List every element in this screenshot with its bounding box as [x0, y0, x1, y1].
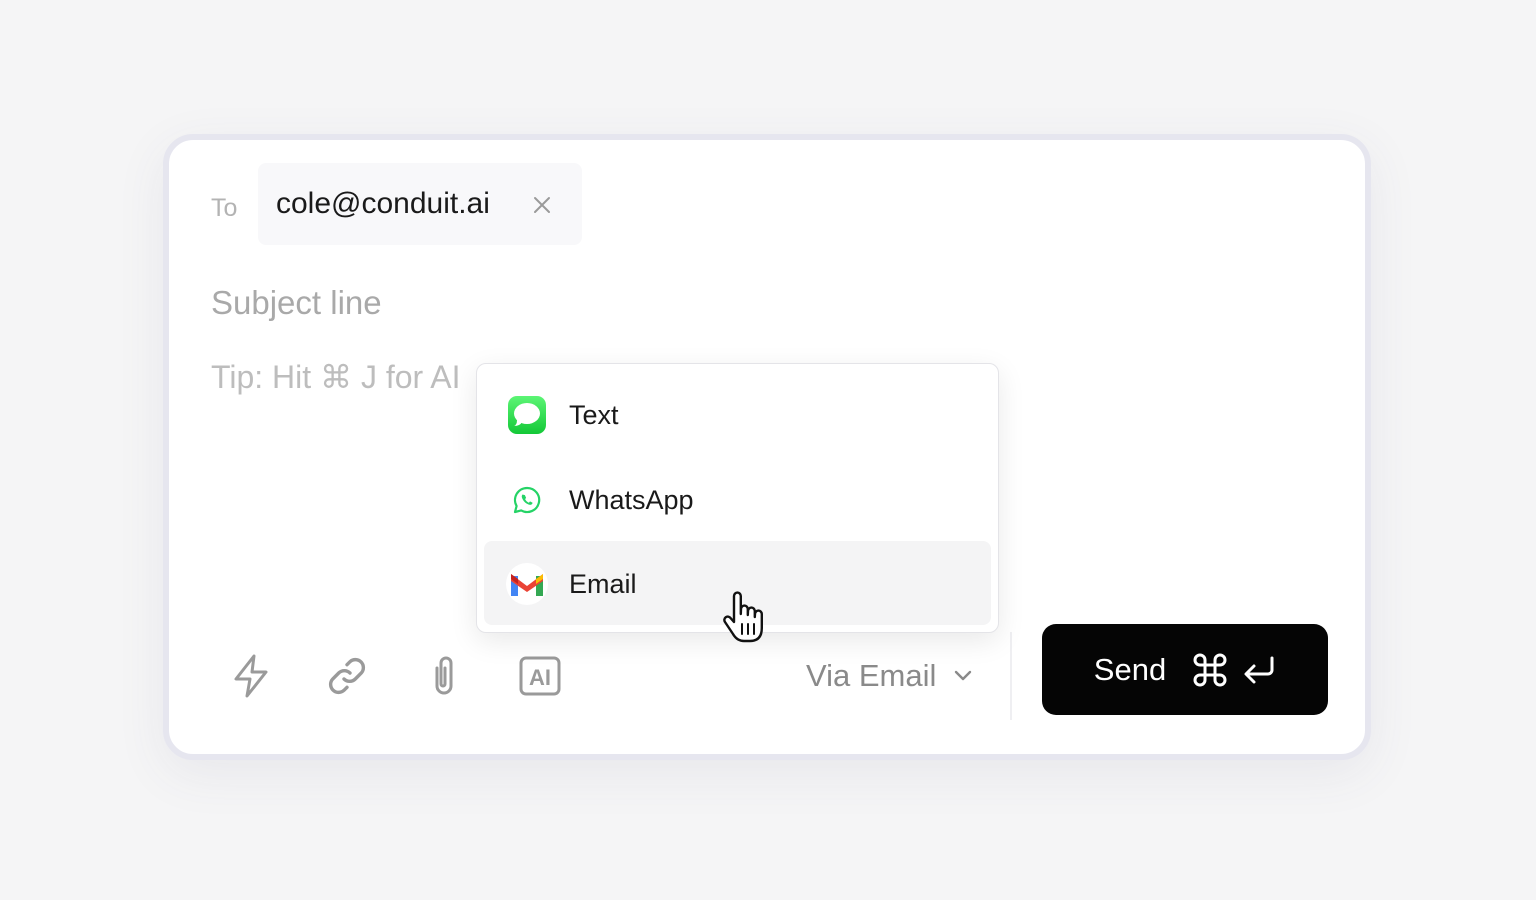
recipient-chip[interactable]: cole@conduit.ai: [258, 163, 582, 245]
dropdown-item-label: Email: [569, 569, 637, 599]
ai-assist-button[interactable]: AI: [514, 650, 566, 702]
dropdown-item-label: WhatsApp: [569, 485, 694, 515]
quick-actions-button[interactable]: [225, 650, 277, 702]
close-icon: [534, 197, 550, 213]
attach-file-button[interactable]: [418, 650, 470, 702]
subject-input[interactable]: Subject line: [211, 284, 382, 322]
dropdown-item-label: Text: [569, 400, 619, 430]
send-button[interactable]: Send: [1042, 624, 1328, 715]
return-key-icon: [1244, 656, 1274, 683]
dropdown-item-whatsapp[interactable]: WhatsApp: [484, 457, 991, 541]
toolbar-divider: [1010, 632, 1012, 720]
gmail-icon: [506, 563, 548, 605]
remove-recipient-button[interactable]: [528, 191, 556, 219]
insert-link-button[interactable]: [321, 650, 373, 702]
whatsapp-icon: [506, 479, 548, 521]
message-body-input[interactable]: Tip: Hit ⌘ J for AI: [211, 358, 461, 396]
svg-text:AI: AI: [529, 665, 551, 690]
bolt-icon: [234, 654, 268, 698]
channel-select[interactable]: Via Email: [806, 648, 972, 704]
dropdown-item-text[interactable]: Text: [484, 372, 991, 456]
hand-pointer-cursor-icon: [723, 591, 763, 643]
send-shortcut: [1192, 652, 1276, 688]
send-label: Send: [1093, 651, 1167, 687]
link-icon: [328, 657, 366, 695]
messages-icon: [506, 394, 548, 436]
recipient-address: cole@conduit.ai: [276, 187, 490, 220]
paperclip-icon: [435, 656, 453, 695]
to-label: To: [211, 194, 238, 222]
command-key-icon: [1193, 653, 1227, 686]
channel-select-label: Via Email: [806, 658, 937, 693]
chevron-down-icon: [955, 670, 972, 681]
ai-icon: AI: [519, 656, 561, 696]
